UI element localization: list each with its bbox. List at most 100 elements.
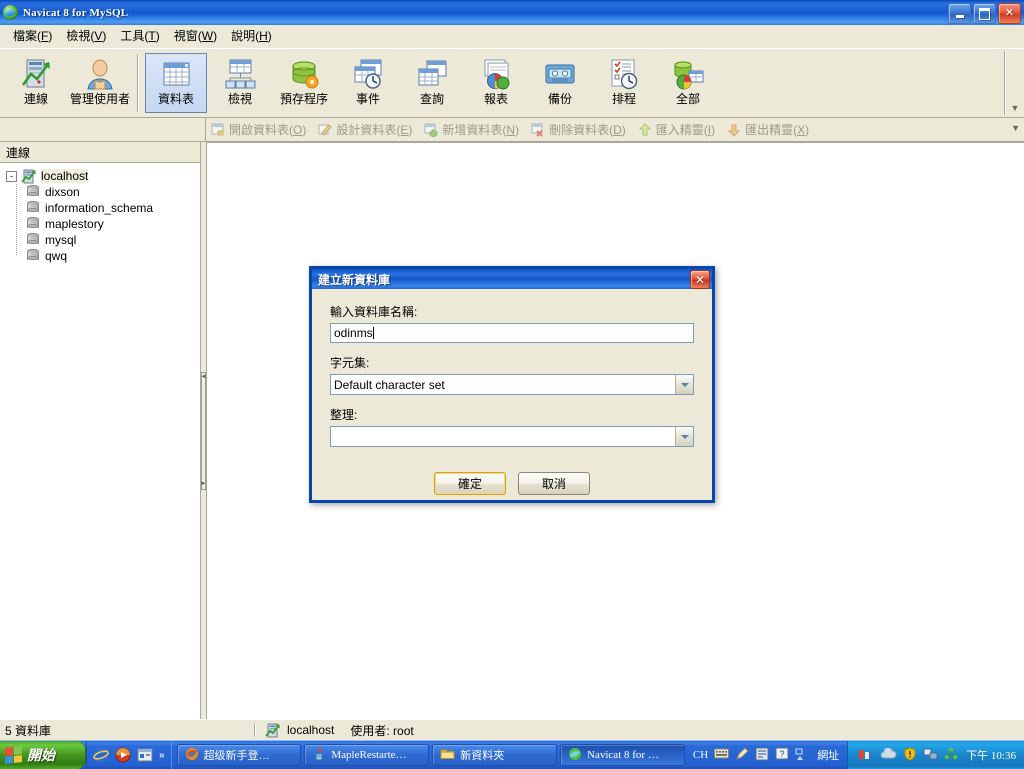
maximize-icon[interactable] (973, 3, 996, 24)
object-toolbar: 開啟資料表(O) 設計資料表(E) 新增資料表(N) 刪除資料表(D) 匯入精靈 (0, 118, 1024, 142)
status-connection: localhost 使用者: root (260, 722, 419, 738)
reports-icon (479, 58, 513, 90)
taskbar-item-label: MapleRestarte… (331, 749, 407, 761)
toolbar-button-stored-procedures[interactable]: 預存程序 (273, 53, 335, 113)
taskbar-item-folder[interactable]: 新資料夾 (432, 744, 558, 766)
tree-node-localhost[interactable]: - localhost (0, 168, 200, 184)
network-activity-icon[interactable] (858, 747, 875, 764)
database-name-input[interactable]: odinms (330, 323, 694, 343)
help-icon[interactable]: ? (775, 747, 789, 764)
export-wizard-button[interactable]: 匯出精靈(X) (723, 120, 815, 139)
window-titlebar: Navicat 8 for MySQL ✕ (0, 0, 1024, 25)
menu-tools[interactable]: 工具(T) (113, 27, 166, 45)
pen-icon[interactable] (735, 746, 749, 764)
minimize-icon[interactable] (948, 3, 971, 24)
menu-help[interactable]: 說明(H) (224, 27, 279, 45)
dialog-title: 建立新資料庫 (318, 272, 391, 287)
object-toolbar-overflow-button[interactable]: ▼ (1011, 123, 1020, 133)
toolbar-button-reports[interactable]: 報表 (465, 53, 527, 113)
toolbar-button-connection[interactable]: 連線 (5, 53, 67, 113)
new-table-icon (424, 123, 439, 137)
address-toolbar-label[interactable]: 網址 (817, 747, 839, 763)
chevron-down-icon[interactable] (675, 375, 693, 394)
cloud-icon[interactable] (880, 746, 897, 763)
svg-text:?: ? (780, 749, 785, 759)
toolbar-label: 事件 (355, 92, 380, 106)
import-wizard-icon (638, 122, 653, 137)
tree-node-database[interactable]: qwq (0, 248, 200, 264)
status-divider (254, 723, 256, 737)
toolbar-button-queries[interactable]: 查詢 (401, 53, 463, 113)
chevron-down-icon[interactable] (675, 427, 693, 446)
close-icon[interactable]: ✕ (690, 270, 710, 289)
tree-node-database[interactable]: dixson (0, 184, 200, 200)
toolbar-label: 檢視 (227, 92, 252, 106)
toolbar-button-backup[interactable]: 備份 (529, 53, 591, 113)
expander-icon[interactable]: - (6, 170, 17, 182)
firefox-icon (185, 747, 199, 764)
cancel-button[interactable]: 取消 (518, 472, 590, 495)
connections-tree: - localhost dixson information_schema ma… (0, 163, 200, 719)
tree-node-label: dixson (45, 185, 80, 199)
taskbar-item-firefox[interactable]: 超级新手登… (176, 744, 302, 766)
toolbar-button-tables[interactable]: 資料表 (145, 53, 207, 113)
connections-icon[interactable] (944, 747, 958, 764)
toolbar-overflow-button[interactable]: ▼ (1008, 101, 1022, 115)
navicat-logo-icon (3, 5, 19, 21)
quick-launch-bar: » (86, 741, 172, 769)
collation-label: 整理: (330, 408, 358, 422)
tree-node-label: qwq (45, 249, 68, 263)
charset-select[interactable]: Default character set (330, 374, 694, 395)
tree-node-database[interactable]: mysql (0, 232, 200, 248)
menu-file[interactable]: 檔案(F) (6, 27, 59, 45)
delete-table-icon (531, 123, 546, 137)
database-name-label: 輸入資料庫名稱: (330, 305, 418, 319)
navicat-main-window: Navicat 8 for MySQL ✕ 檔案(F) 檢視(V) 工具(T) … (0, 0, 1024, 740)
internet-explorer-icon[interactable] (93, 747, 109, 763)
open-table-button[interactable]: 開啟資料表(O) (207, 120, 312, 139)
dialog-buttons: 確定 取消 (330, 472, 694, 495)
security-alert-icon[interactable] (903, 746, 917, 764)
design-table-button[interactable]: 設計資料表(E) (314, 120, 418, 139)
ok-button[interactable]: 確定 (434, 472, 506, 495)
toolbar-button-views[interactable]: 檢視 (209, 53, 271, 113)
toolbar-group-objects: 資料表 檢視 預存程序 事件 查詢 報表 備份 排程 全部 (144, 49, 720, 117)
toolbar-handle-icon[interactable] (795, 747, 805, 764)
toolbar-label: 備份 (547, 92, 572, 106)
import-wizard-button[interactable]: 匯入精靈(I) (634, 120, 721, 139)
ime-pad-icon[interactable] (755, 747, 769, 764)
taskbar-clock[interactable]: 下午 10:36 (966, 747, 1016, 763)
media-player-icon[interactable] (115, 747, 131, 763)
tree-node-label: information_schema (45, 201, 154, 215)
network-icon[interactable] (923, 747, 938, 764)
menu-window[interactable]: 視窗(W) (167, 27, 224, 45)
menu-view[interactable]: 檢視(V) (59, 27, 113, 45)
charset-value: Default character set (334, 377, 445, 392)
taskbar-item-navicat[interactable]: Navicat 8 for … (560, 744, 685, 766)
keyboard-icon[interactable] (714, 747, 730, 763)
taskbar-window-list: 超级新手登… MapleRestarte… 新資料夾 Navicat 8 for… (172, 741, 685, 769)
toolbar-button-manage-users[interactable]: 管理使用者 (69, 53, 131, 113)
quick-launch-overflow[interactable]: » (159, 750, 165, 761)
new-table-button[interactable]: 新增資料表(N) (420, 120, 525, 139)
start-button[interactable]: 開始 (0, 741, 86, 769)
show-desktop-icon[interactable] (137, 747, 153, 763)
input-language-label[interactable]: CH (693, 749, 708, 761)
toolbar-button-schedule[interactable]: 排程 (593, 53, 655, 113)
backup-icon (543, 58, 577, 90)
tree-node-database[interactable]: information_schema (0, 200, 200, 216)
delete-table-button[interactable]: 刪除資料表(D) (527, 120, 632, 139)
connection-icon (19, 58, 53, 90)
connection-icon (21, 169, 37, 184)
tree-node-database[interactable]: maplestory (0, 216, 200, 232)
navicat-logo-icon (568, 747, 582, 764)
toolbar-button-all[interactable]: 全部 (657, 53, 719, 113)
close-icon[interactable]: ✕ (998, 3, 1021, 24)
collation-select[interactable] (330, 426, 694, 447)
toolbar-button-events[interactable]: 事件 (337, 53, 399, 113)
taskbar-item-maplerestarter[interactable]: MapleRestarte… (304, 744, 430, 766)
start-button-label: 開始 (27, 749, 55, 764)
toolbar-label: 預存程序 (279, 92, 328, 106)
stored-procedures-icon (287, 58, 321, 90)
text-caret (372, 327, 374, 339)
